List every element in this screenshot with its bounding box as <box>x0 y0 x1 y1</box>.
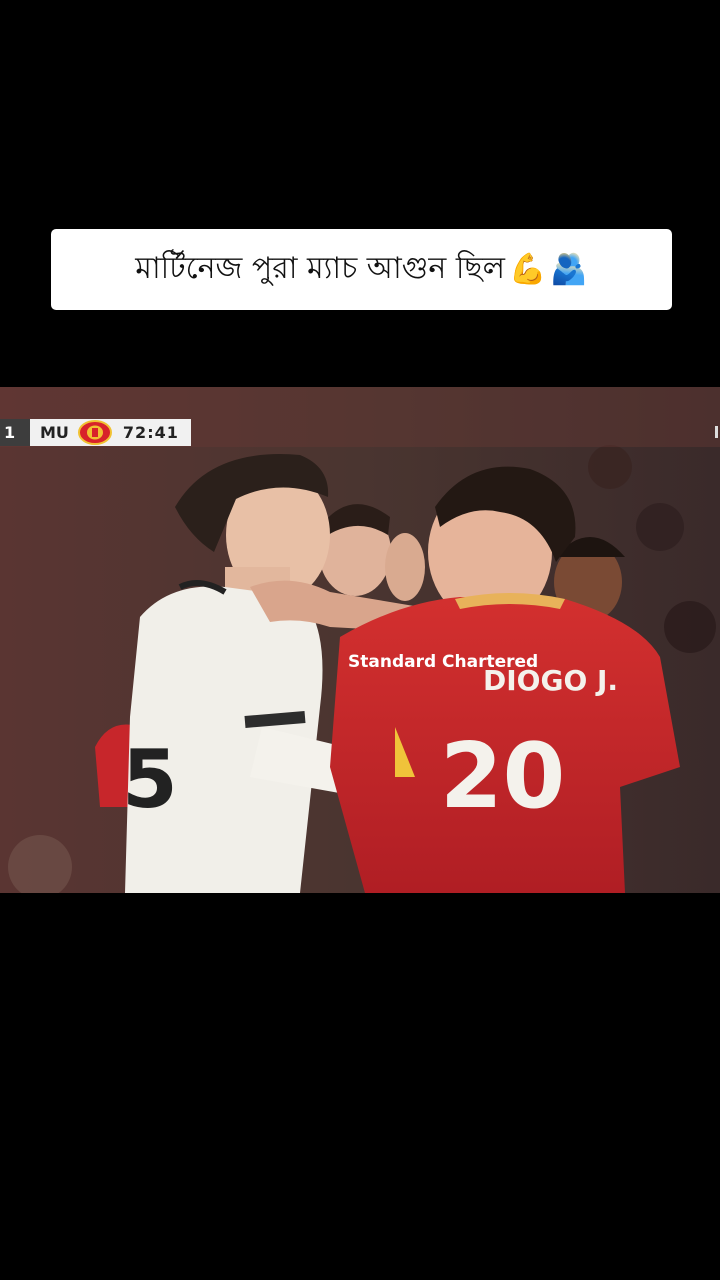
match-clock: 72:41 <box>118 419 191 446</box>
people-hugging-emoji: 🫂 <box>550 252 588 287</box>
team-abbreviation: MU <box>30 419 119 446</box>
edge-marker <box>715 426 718 438</box>
man-utd-crest-icon <box>77 420 113 445</box>
flexed-biceps-emoji: 💪 <box>508 252 547 287</box>
team-name: MU <box>40 423 69 442</box>
jersey-name: DIOGO J. <box>483 664 618 697</box>
jersey-number: 20 <box>440 724 565 829</box>
match-scene-illustration: 5 Standard Chartered DIOGO J. 20 <box>0 387 720 893</box>
caption-text: মার্টিনেজ পুরা ম্যাচ আগুন ছিল <box>135 251 505 286</box>
video-frame[interactable]: 5 Standard Chartered DIOGO J. 20 <box>0 387 720 893</box>
match-scoreboard: 1 MU 72:41 <box>0 419 191 446</box>
white-shirt-number: 5 <box>122 733 178 826</box>
score: 1 <box>0 419 30 446</box>
video-caption: মার্টিনেজ পুরা ম্যাচ আগুন ছিল 💪 🫂 <box>51 229 672 310</box>
